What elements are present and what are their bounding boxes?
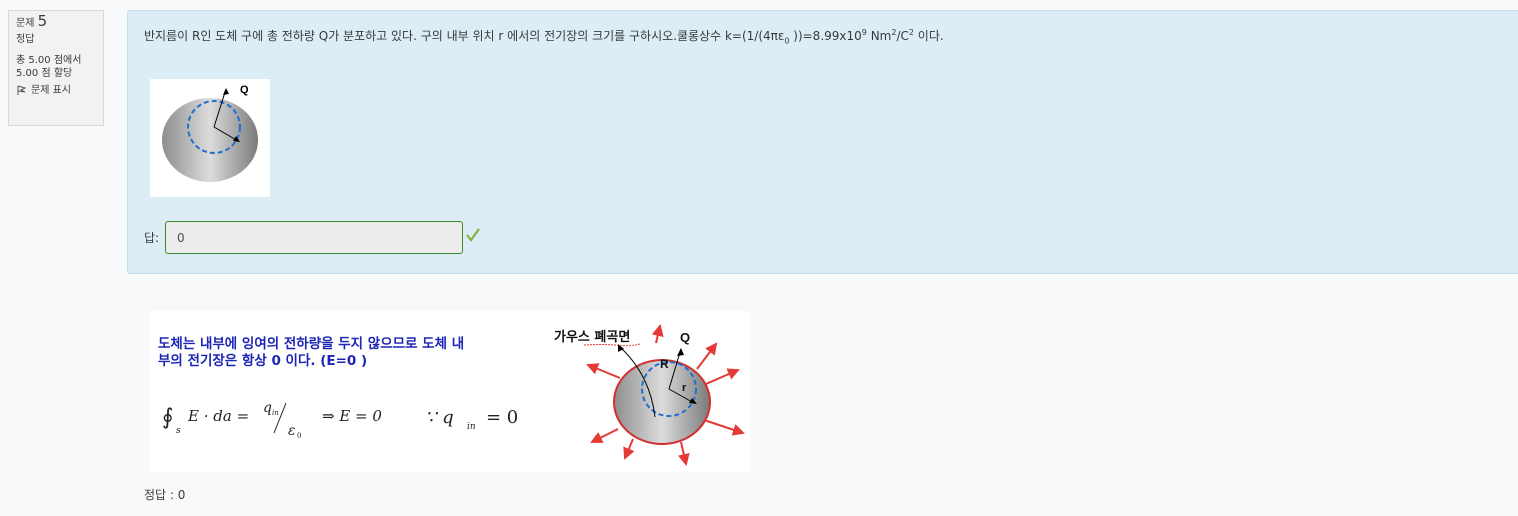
feedback-line-2: 부의 전기장은 항상 0 이다. (E=0 ) (158, 352, 367, 369)
field-arrow-right-up (705, 368, 740, 385)
feedback-line-1: 도체는 내부에 잉여의 전하량을 두지 않으므로 도체 내 (158, 335, 464, 352)
flag-question-label: 문제 표시 (31, 85, 71, 96)
grade-line-2: 5.00 점 할당 (16, 68, 73, 79)
formula-qin: q (263, 400, 272, 416)
field-arrow-top (651, 324, 664, 344)
sphere-diagram: Q (162, 84, 258, 182)
question-text-main: 반지름이 R인 도체 구에 총 전하량 Q가 분포하고 있다. 구의 내부 위치… (144, 29, 785, 43)
flag-icon (17, 85, 27, 95)
question-text-mid: ))=8.99x10 (789, 29, 862, 43)
formula-because: ∵ q (425, 407, 454, 428)
field-arrow-left-up (586, 363, 621, 379)
question-text-unit2: /C (896, 29, 909, 43)
answer-input[interactable] (165, 221, 463, 254)
formula-surface-s: s (176, 426, 181, 436)
question-number-value: 5 (37, 12, 48, 30)
question-number: 문제 5 (16, 12, 96, 30)
conductor-sphere-feedback (613, 359, 711, 445)
conductor-sphere (162, 98, 258, 182)
grade-line-1: 총 5.00 점에서 (16, 55, 82, 66)
charge-label-feedback: Q (680, 330, 690, 345)
formula-integral: ∮ (162, 405, 173, 430)
gauss-surface-label: 가우스 폐곡면 (554, 329, 630, 345)
formula-qin-sub: in (272, 409, 279, 417)
question-text-end: 이다. (913, 29, 944, 43)
formula-epsilon-sub: 0 (297, 432, 301, 440)
sphere-figure: Q (150, 79, 270, 197)
field-arrow-bottom (677, 441, 690, 466)
radius-R-arrowhead (223, 88, 229, 95)
radius-R-head (677, 348, 684, 356)
formula-because-sub: in (467, 422, 476, 432)
radius-R-label: R (660, 357, 669, 371)
charge-label: Q (240, 84, 249, 96)
formula-flux: E · da = (187, 407, 249, 425)
correct-answer-text: 정답 : 0 (144, 488, 186, 502)
field-arrow-bottom-left (623, 438, 635, 460)
field-arrow-left-down (590, 428, 619, 443)
formula-epsilon: ε (288, 423, 296, 439)
formula-fraction-slash (273, 402, 287, 434)
answer-label: 답: (144, 231, 160, 245)
radius-r-label: r (682, 382, 687, 394)
formula-implies: ⇒ E = 0 (322, 407, 382, 425)
question-state: 정답 (16, 34, 35, 45)
question-grade: 총 5.00 점에서 5.00 점 할당 (16, 54, 96, 80)
field-arrow-right-down (703, 419, 745, 436)
question-text: 반지름이 R인 도체 구에 총 전하량 Q가 분포하고 있다. 구의 내부 위치… (144, 27, 944, 45)
question-formulation: 반지름이 R인 도체 구에 총 전하량 Q가 분포하고 있다. 구의 내부 위치… (127, 10, 1518, 274)
formula-equals-zero: = 0 (486, 407, 518, 428)
question-info-panel: 문제 5 정답 총 5.00 점에서 5.00 점 할당 문제 표시 (8, 10, 104, 126)
field-arrow-top-right (696, 342, 718, 370)
feedback-explanation: 도체는 내부에 잉여의 전하량을 두지 않으므로 도체 내 부의 전기장은 항상… (150, 311, 750, 472)
flag-question-button[interactable]: 문제 표시 (16, 84, 96, 97)
question-text-unit: Nm (866, 29, 892, 43)
feedback-diagram: 도체는 내부에 잉여의 전하량을 두지 않으므로 도체 내 부의 전기장은 항상… (158, 324, 745, 466)
question-number-prefix: 문제 (16, 18, 35, 29)
correct-check-icon (466, 228, 480, 242)
